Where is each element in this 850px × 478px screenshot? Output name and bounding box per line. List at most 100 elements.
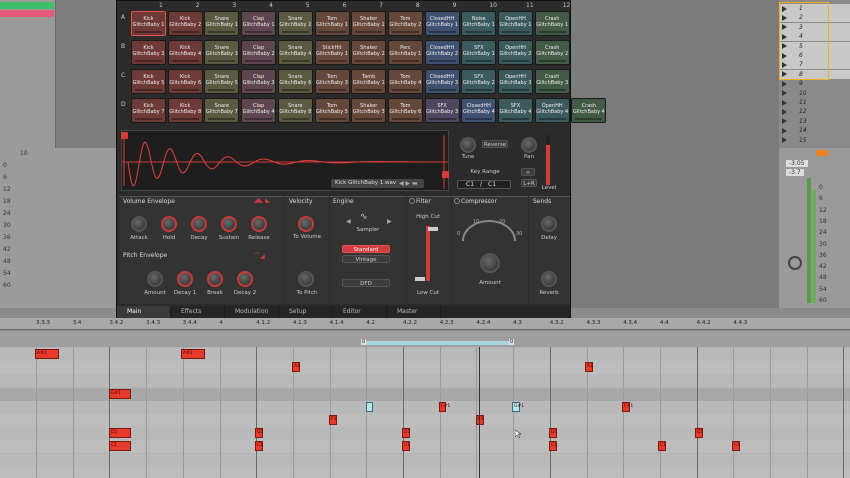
drum-pad[interactable]: OpenHH GlitchBaby 3 [498,69,533,94]
drum-pad[interactable]: Tom GlitchBaby 1 [314,11,350,36]
pan-knob[interactable] [521,137,537,153]
midi-note[interactable]: C1 [549,441,557,452]
drum-pad[interactable]: StickHit GlitchBaby 1 [314,40,350,65]
midi-note[interactable]: A#2 [35,349,59,359]
plugin-tab[interactable]: Editor [333,306,387,318]
clip-green[interactable] [0,2,54,9]
drum-pad[interactable]: OpenHH GlitchBaby 2 [498,40,533,65]
scene-launch[interactable]: 10 [779,89,850,98]
midi-note[interactable]: D1 [549,428,557,439]
filter-toggle[interactable] [409,198,415,204]
drum-pad[interactable]: SFX GlitchBaby 4 [498,98,533,123]
key-high[interactable]: C1 [488,181,496,188]
compressor-toggle[interactable] [454,198,460,204]
loop-end-marker[interactable]: 0 [509,339,515,345]
timeline-ruler[interactable]: 3.3.3 3.4 3.4.2 3.4.3 3.4.4 4 4.1.2 4.1.3 4.1.4 4… [0,318,850,330]
drum-pad[interactable]: Tamb GlitchBaby 1 [351,69,387,94]
pitch-envelope-knob[interactable] [177,271,193,287]
drum-pad[interactable]: Kick GlitchBaby 7 [131,98,166,123]
volume-envelope-knob[interactable] [251,216,267,232]
midi-note[interactable]: C1 [658,441,666,452]
volume-envelope-knob[interactable] [131,216,147,232]
delay-knob[interactable] [541,216,557,232]
scene-launch[interactable]: 12 [779,107,850,116]
drum-pad[interactable]: Tom GlitchBaby 3 [314,69,350,94]
midi-note[interactable] [366,401,373,412]
drum-pad[interactable]: Kick GlitchBaby 5 [131,69,166,94]
midi-note[interactable]: F#1 [622,401,633,412]
drum-pad[interactable]: Snare GlitchBaby 3 [204,40,240,65]
sample-start-marker[interactable] [121,132,128,139]
key-low[interactable]: C1 [466,181,474,188]
scene-launch[interactable]: 15 [779,136,850,145]
drum-pad[interactable]: Perc GlitchBaby 1 [387,40,423,65]
drum-pad[interactable]: Tom GlitchBaby 6 [387,98,423,123]
plugin-tab[interactable]: Main [117,306,171,318]
drum-pad[interactable]: Snare GlitchBaby 7 [204,98,240,123]
volume-envelope-knob[interactable] [161,216,177,232]
volume-env-shape-icon[interactable]: ◢◣ ◣ [254,197,270,204]
drum-pad[interactable]: SFX GlitchBaby 2 [461,69,497,94]
sample-end-marker[interactable] [442,171,449,178]
compressor-amount-knob[interactable] [480,253,500,273]
scene-play-icon[interactable] [782,108,787,115]
drum-pad[interactable]: Crash GlitchBaby 4 [571,98,607,123]
drum-pad[interactable]: ClosedHH GlitchBaby 4 [461,98,497,123]
drum-pad[interactable]: Crash GlitchBaby 1 [534,11,570,36]
midi-note[interactable]: D1 [695,428,703,439]
drum-pad[interactable]: Clap GlitchBaby 4 [241,98,277,123]
loop-region[interactable] [364,341,512,345]
engine-prev-icon[interactable]: ◀ [346,218,351,225]
volume-envelope-knob[interactable] [191,216,207,232]
pitch-envelope-knob[interactable] [147,271,163,287]
clip-pink[interactable] [0,10,54,17]
master-volume-value[interactable]: -3.7 [786,169,804,176]
drum-pad[interactable]: Shaker GlitchBaby 1 [351,11,387,36]
drum-pad[interactable]: Noise GlitchBaby 1 [461,11,497,36]
drum-pad[interactable]: Kick GlitchBaby 1 [131,11,166,36]
plugin-tab[interactable]: Effects [171,306,225,318]
drum-pad[interactable]: Kick GlitchBaby 8 [167,98,203,123]
midi-note[interactable]: C1 [732,441,740,452]
drum-pad[interactable]: SFX GlitchBaby 1 [461,40,497,65]
drum-pad[interactable]: ClosedHH GlitchBaby 1 [424,11,460,36]
high-cut-handle[interactable] [428,227,438,231]
midi-note[interactable]: F#1 [439,401,450,412]
link-button[interactable]: ∞ [521,168,535,176]
filter-slider[interactable] [426,226,430,281]
drum-pad[interactable]: ClosedHH GlitchBaby 3 [424,69,460,94]
drum-pad[interactable]: Tom GlitchBaby 2 [387,11,423,36]
midi-note[interactable]: D1 [402,428,410,439]
master-pan-knob[interactable] [788,256,802,270]
velocity-to-volume-knob[interactable] [298,216,314,232]
volume-envelope-knob[interactable] [221,216,237,232]
midi-note[interactable]: A#2 [181,349,205,359]
drum-pad[interactable]: Kick GlitchBaby 6 [167,69,203,94]
master-activator[interactable] [816,150,828,156]
scene-play-icon[interactable] [782,127,787,134]
plugin-tab[interactable]: Modulation [225,306,279,318]
drum-pad[interactable]: Kick GlitchBaby 2 [167,11,203,36]
tune-knob[interactable] [460,137,476,153]
pitch-envelope-knob[interactable] [237,271,253,287]
midi-note[interactable]: G#1 [109,388,131,399]
scene-launch[interactable]: 11 [779,98,850,107]
note-grid[interactable]: A#2 A#2 A1 A1 G#1 F#1 G#1 F#1 F1 F1 D1 D1 D1 D1 D1 C1 C1… [0,347,850,478]
drum-pad[interactable]: Clap GlitchBaby 2 [241,40,277,65]
loop-start-marker[interactable]: 0 [361,339,367,345]
engine-next-icon[interactable]: ▶ [387,218,392,225]
midi-note[interactable]: C1 [109,441,131,452]
low-cut-handle[interactable] [415,277,425,281]
plugin-tab[interactable]: Master [387,306,441,318]
pitch-env-shape-icon[interactable]: ⌒◢ [254,251,265,260]
drum-pad[interactable]: Snare GlitchBaby 4 [277,40,313,65]
scene-launch[interactable]: 13 [779,117,850,126]
drum-pad[interactable]: Snare GlitchBaby 2 [277,11,313,36]
midi-note[interactable]: D1 [255,428,263,439]
scene-play-icon[interactable] [782,90,787,97]
scene-play-icon[interactable] [782,99,787,106]
midi-note[interactable]: F1 [329,415,337,425]
drum-pad[interactable]: OpenHH GlitchBaby 1 [498,11,533,36]
drum-pad[interactable]: Shaker GlitchBaby 3 [351,98,387,123]
standard-button[interactable]: Standard [342,245,390,253]
